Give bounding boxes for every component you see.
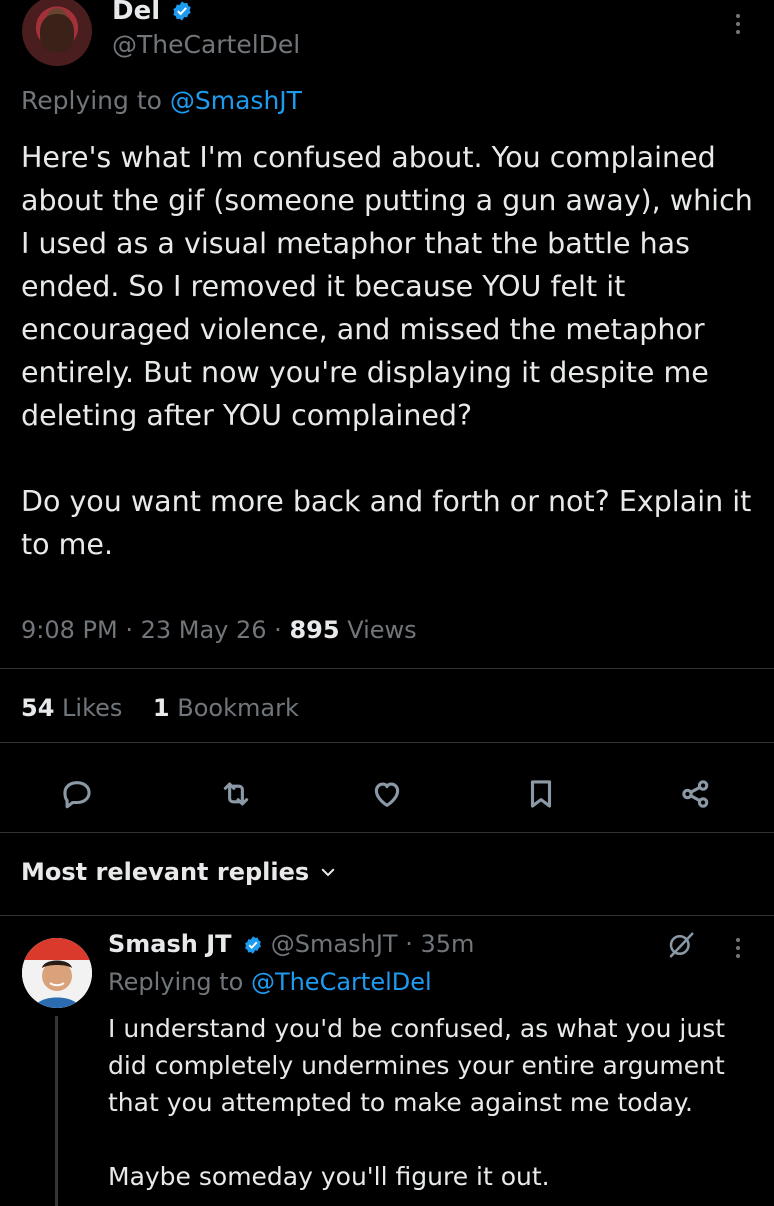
chevron-down-icon bbox=[321, 868, 335, 876]
reply-avatar-image bbox=[22, 938, 92, 1008]
like-icon bbox=[374, 782, 400, 807]
reply-more-options-icon[interactable] bbox=[736, 938, 740, 958]
retweet-button[interactable] bbox=[214, 772, 258, 816]
verified-badge-icon bbox=[173, 1, 191, 21]
share-button[interactable] bbox=[674, 772, 718, 816]
tweet-meta: 9:08 PM · 23 May 26 · 895 Views bbox=[21, 616, 417, 644]
bookmark-button[interactable] bbox=[519, 772, 563, 816]
retweet-icon bbox=[223, 782, 249, 806]
reply-button[interactable] bbox=[55, 772, 99, 816]
divider bbox=[0, 832, 774, 833]
reply-text: I understand you'd be confused, as what … bbox=[108, 1014, 726, 1191]
divider bbox=[0, 742, 774, 743]
author-name[interactable]: Del bbox=[112, 0, 160, 26]
reply-avatar[interactable] bbox=[22, 938, 92, 1008]
tweet-text: Here's what I'm confused about. You comp… bbox=[21, 141, 753, 561]
likes-stat[interactable]: 54 Likes bbox=[21, 694, 122, 722]
reply-replying-prefix: Replying to bbox=[108, 968, 251, 996]
bookmarks-stat[interactable]: 1 Bookmark bbox=[153, 694, 299, 722]
bookmarks-count: 1 bbox=[152, 694, 170, 722]
reply-age[interactable]: 35m bbox=[420, 930, 474, 958]
tweet-time[interactable]: 9:08 PM bbox=[21, 616, 118, 644]
avatar[interactable] bbox=[22, 0, 92, 66]
author-name-row: Del bbox=[112, 0, 193, 26]
sort-label: Most relevant replies bbox=[21, 858, 310, 886]
replies-sort-dropdown[interactable]: Most relevant replies bbox=[21, 858, 337, 886]
tweet-date[interactable]: 23 May 26 bbox=[141, 616, 267, 644]
reply-replying-to: Replying to @TheCartelDel bbox=[108, 968, 432, 996]
share-icon bbox=[682, 780, 709, 808]
thread-line bbox=[55, 1016, 58, 1206]
replying-to-link[interactable]: @SmashJT bbox=[170, 86, 302, 115]
reply-author-handle[interactable]: @SmashJT bbox=[271, 930, 398, 958]
views-count: 895 bbox=[289, 616, 340, 644]
likes-label: Likes bbox=[62, 694, 123, 722]
grok-icon[interactable] bbox=[666, 930, 696, 964]
author-handle[interactable]: @TheCartelDel bbox=[112, 30, 300, 59]
views-label: Views bbox=[347, 616, 417, 644]
likes-count: 54 bbox=[21, 694, 55, 722]
reply-replying-to-link[interactable]: @TheCartelDel bbox=[251, 968, 432, 996]
verified-badge-icon bbox=[245, 936, 262, 954]
more-options-icon[interactable] bbox=[736, 14, 740, 34]
bookmarks-label: Bookmark bbox=[177, 694, 299, 722]
divider bbox=[0, 668, 774, 669]
tweet-stats: 54 Likes 1 Bookmark bbox=[21, 694, 299, 722]
replying-prefix: Replying to bbox=[21, 86, 170, 115]
reply-author-name[interactable]: Smash JT bbox=[108, 930, 232, 958]
divider bbox=[0, 915, 774, 916]
replying-to: Replying to @SmashJT bbox=[21, 86, 302, 115]
reply-header: Smash JT @SmashJT · 35m bbox=[108, 930, 475, 958]
like-button[interactable] bbox=[365, 772, 409, 816]
bookmark-icon bbox=[530, 780, 552, 808]
reply-icon bbox=[63, 781, 91, 809]
